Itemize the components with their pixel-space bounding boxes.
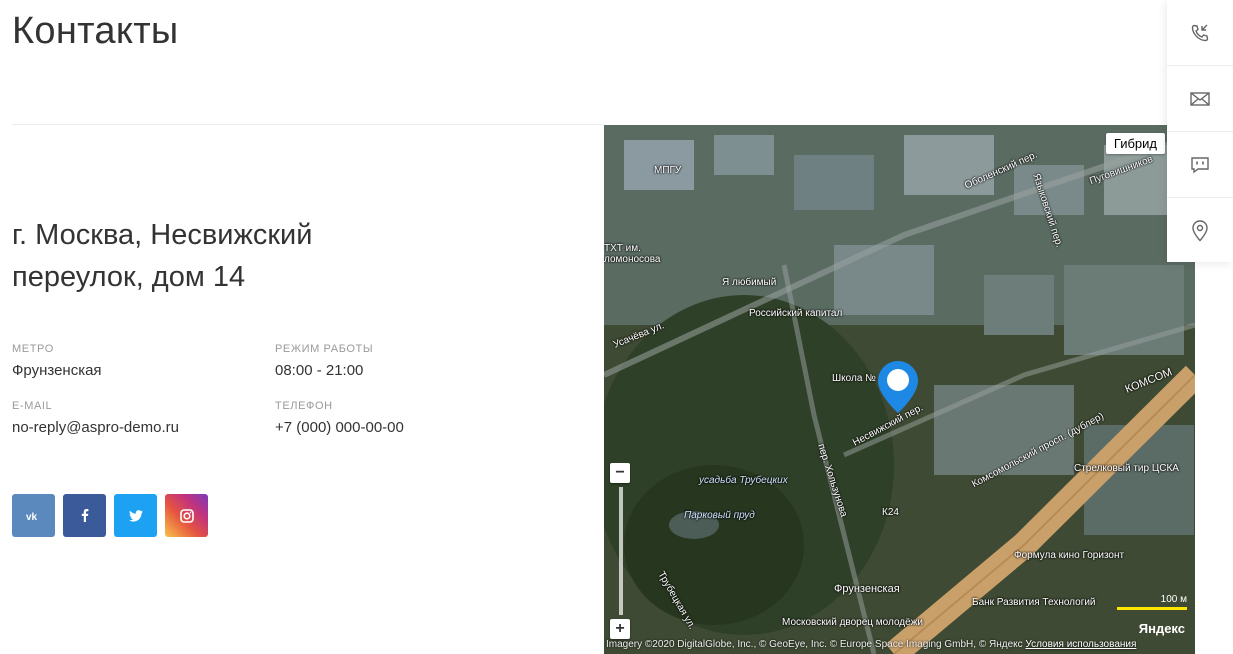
metro-block: МЕТРО Фрунзенская xyxy=(12,343,102,379)
metro-label: МЕТРО xyxy=(12,343,54,355)
map-label: Российский капитал xyxy=(749,308,843,319)
map-label: Формула кино Горизонт xyxy=(1014,550,1125,561)
map-label: Банк Развития Технологий xyxy=(972,597,1096,608)
hours-value: 08:00 - 21:00 xyxy=(275,362,364,379)
location-pin-icon xyxy=(1192,219,1208,242)
page-title: Контакты xyxy=(12,10,179,52)
sidebar-location-button[interactable] xyxy=(1167,198,1233,263)
map-label: Стрелковый тир ЦСКА xyxy=(1074,463,1179,474)
map-label: ТХТ им. ломоносова xyxy=(604,243,661,265)
copyright-text: Imagery ©2020 DigitalGlobe, Inc., © GeoE… xyxy=(606,639,1023,650)
zoom-control: − + xyxy=(610,463,632,645)
map-label: Московский дворец молодёжи xyxy=(782,617,923,628)
twitter-button[interactable] xyxy=(114,494,157,537)
location-pin-icon[interactable] xyxy=(876,359,920,415)
yandex-logo[interactable]: Яндекс xyxy=(1139,621,1185,636)
map-type-button[interactable]: Гибрид xyxy=(1105,133,1165,154)
twitter-icon xyxy=(128,509,143,522)
map-label: Школа № xyxy=(832,373,876,384)
phone-block: ТЕЛЕФОН +7 (000) 000-00-00 xyxy=(275,400,404,436)
metro-value: Фрунзенская xyxy=(12,362,102,379)
map-label: МПГУ xyxy=(654,165,682,176)
map-label: Я любимый xyxy=(722,277,777,288)
map-label: Фрунзенская xyxy=(834,583,900,595)
scale-label: 100 м xyxy=(1160,594,1187,605)
email-block: E-MAIL no-reply@aspro-demo.ru xyxy=(12,400,179,436)
map-label: К24 xyxy=(882,507,899,518)
map-label: Парковый пруд xyxy=(684,510,755,521)
scale-bar xyxy=(1117,607,1187,610)
email-link[interactable]: no-reply@aspro-demo.ru xyxy=(12,419,179,436)
chat-icon xyxy=(1191,156,1209,173)
zoom-slider[interactable] xyxy=(619,487,623,615)
social-links: vk xyxy=(12,494,208,537)
map-scale: 100 м xyxy=(1117,594,1187,610)
sidebar-chat-button[interactable] xyxy=(1167,132,1233,198)
divider xyxy=(12,124,604,125)
hours-label: РЕЖИМ РАБОТЫ xyxy=(275,343,374,355)
phone-link[interactable]: +7 (000) 000-00-00 xyxy=(275,419,404,436)
mail-icon xyxy=(1190,91,1210,106)
address: г. Москва, Несвижский переулок, дом 14 xyxy=(12,219,313,293)
svg-text:vk: vk xyxy=(26,512,38,521)
map-label: усадьба Трубецких xyxy=(699,475,788,486)
map-copyright: Imagery ©2020 DigitalGlobe, Inc., © GeoE… xyxy=(606,639,1136,650)
hours-block: РЕЖИМ РАБОТЫ 08:00 - 21:00 xyxy=(275,343,373,379)
facebook-icon xyxy=(81,509,88,522)
floating-sidebar xyxy=(1167,0,1233,262)
phone-label: ТЕЛЕФОН xyxy=(275,400,333,412)
map[interactable]: МПГУ Оболенский пер. Языковский пер. Пуг… xyxy=(604,125,1195,654)
instagram-button[interactable] xyxy=(165,494,208,537)
vk-button[interactable]: vk xyxy=(12,494,55,537)
vk-icon: vk xyxy=(26,512,38,521)
zoom-out-button[interactable]: − xyxy=(610,463,630,483)
terms-link[interactable]: Условия использования xyxy=(1025,639,1136,650)
sidebar-mail-button[interactable] xyxy=(1167,66,1233,132)
facebook-button[interactable] xyxy=(63,494,106,537)
sidebar-callback-button[interactable] xyxy=(1167,0,1233,66)
zoom-in-button[interactable]: + xyxy=(610,619,630,639)
email-label: E-MAIL xyxy=(12,400,53,412)
instagram-icon xyxy=(179,508,194,523)
phone-callback-icon xyxy=(1191,24,1209,41)
